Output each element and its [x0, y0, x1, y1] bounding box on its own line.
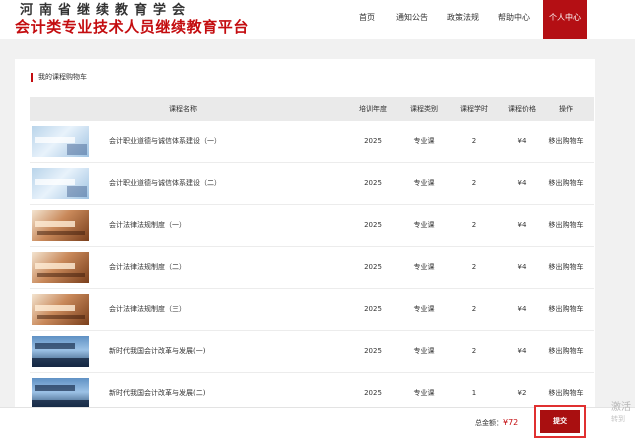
col-course-name: 课程名称: [169, 105, 197, 113]
course-thumbnail[interactable]: [32, 210, 89, 241]
course-name[interactable]: 新时代我国会计改革与发展(一): [109, 331, 339, 371]
remove-from-cart-link[interactable]: 移出购物车: [540, 373, 592, 409]
row-hours: 2: [471, 179, 477, 187]
remove-from-cart-link[interactable]: 移出购物车: [540, 163, 592, 203]
row-type: 专业课: [413, 347, 435, 355]
total-value: ¥72: [503, 418, 519, 427]
nav-policies[interactable]: 政策法规: [442, 0, 484, 39]
course-name[interactable]: 会计职业道德与诚信体系建设（一）: [109, 121, 339, 161]
remove-from-cart-link[interactable]: 移出购物车: [540, 121, 592, 161]
course-thumbnail[interactable]: [32, 168, 89, 199]
course-thumbnail[interactable]: [32, 336, 89, 367]
col-type: 课程类别: [410, 105, 438, 113]
row-type: 专业课: [413, 221, 435, 229]
row-hours: 2: [471, 305, 477, 313]
cart-row: 新时代我国会计改革与发展(一) 2025 专业课 2 ¥4 移出购物车: [30, 331, 594, 373]
activation-watermark: 激活: [611, 402, 631, 413]
row-year: 2025: [364, 263, 382, 271]
col-hours: 课程学时: [460, 105, 488, 113]
row-type: 专业课: [413, 305, 435, 313]
total-amount: 总金额：¥72: [475, 408, 518, 438]
row-hours: 2: [471, 221, 477, 229]
row-year: 2025: [364, 221, 382, 229]
cart-row: 会计法律法规制度（一） 2025 专业课 2 ¥4 移出购物车: [30, 205, 594, 247]
submit-highlight: 提交: [534, 405, 586, 438]
cart-footer: 总金额：¥72 提交: [0, 405, 635, 438]
cart-row: 新时代我国会计改革与发展(二) 2025 专业课 1 ¥2 移出购物车: [30, 373, 594, 409]
nav-personal-center[interactable]: 个人中心: [543, 0, 587, 39]
course-thumbnail[interactable]: [32, 378, 89, 409]
logo-platform-name: 会计类专业技术人员继续教育平台: [15, 18, 250, 36]
row-hours: 2: [471, 137, 477, 145]
row-type: 专业课: [413, 389, 435, 397]
remove-from-cart-link[interactable]: 移出购物车: [540, 247, 592, 287]
nav-notices[interactable]: 通知公告: [391, 0, 433, 39]
row-hours: 2: [471, 347, 477, 355]
cart-row: 会计职业道德与诚信体系建设（二） 2025 专业课 2 ¥4 移出购物车: [30, 163, 594, 205]
cart-row: 会计法律法规制度（二） 2025 专业课 2 ¥4 移出购物车: [30, 247, 594, 289]
row-hours: 1: [471, 389, 477, 397]
row-hours: 2: [471, 263, 477, 271]
row-year: 2025: [364, 347, 382, 355]
row-type: 专业课: [413, 137, 435, 145]
remove-from-cart-link[interactable]: 移出购物车: [540, 289, 592, 329]
row-year: 2025: [364, 179, 382, 187]
col-year: 培训年度: [359, 105, 387, 113]
row-year: 2025: [364, 137, 382, 145]
cart-row: 会计法律法规制度（三） 2025 专业课 2 ¥4 移出购物车: [30, 289, 594, 331]
course-thumbnail[interactable]: [32, 252, 89, 283]
cart-title: 我的课程购物车: [31, 73, 87, 82]
submit-button[interactable]: 提交: [540, 410, 580, 433]
nav-help[interactable]: 帮助中心: [492, 0, 536, 39]
row-year: 2025: [364, 305, 382, 313]
activation-watermark-sub: 转到: [611, 415, 625, 423]
course-name[interactable]: 会计法律法规制度（二）: [109, 247, 339, 287]
course-thumbnail[interactable]: [32, 126, 89, 157]
nav-home[interactable]: 首页: [345, 0, 389, 39]
course-thumbnail[interactable]: [32, 294, 89, 325]
course-name[interactable]: 会计法律法规制度（三）: [109, 289, 339, 329]
total-label: 总金额：: [475, 419, 503, 427]
course-name[interactable]: 会计职业道德与诚信体系建设（二）: [109, 163, 339, 203]
row-type: 专业课: [413, 263, 435, 271]
row-year: 2025: [364, 389, 382, 397]
remove-from-cart-link[interactable]: 移出购物车: [540, 331, 592, 371]
row-type: 专业课: [413, 179, 435, 187]
cart-row: 会计职业道德与诚信体系建设（一） 2025 专业课 2 ¥4 移出购物车: [30, 121, 594, 163]
col-action: 操作: [559, 105, 573, 113]
site-header: 河南省继续教育学会 会计类专业技术人员继续教育平台 首页 通知公告 政策法规 帮…: [0, 0, 635, 39]
cart-table-header: 课程名称 培训年度 课程类别 课程学时 课程价格 操作: [30, 97, 594, 121]
course-name[interactable]: 新时代我国会计改革与发展(二): [109, 373, 339, 409]
course-name[interactable]: 会计法律法规制度（一）: [109, 205, 339, 245]
cart-panel: 我的课程购物车 课程名称 培训年度 课程类别 课程学时 课程价格 操作 会计职业…: [15, 59, 595, 409]
remove-from-cart-link[interactable]: 移出购物车: [540, 205, 592, 245]
